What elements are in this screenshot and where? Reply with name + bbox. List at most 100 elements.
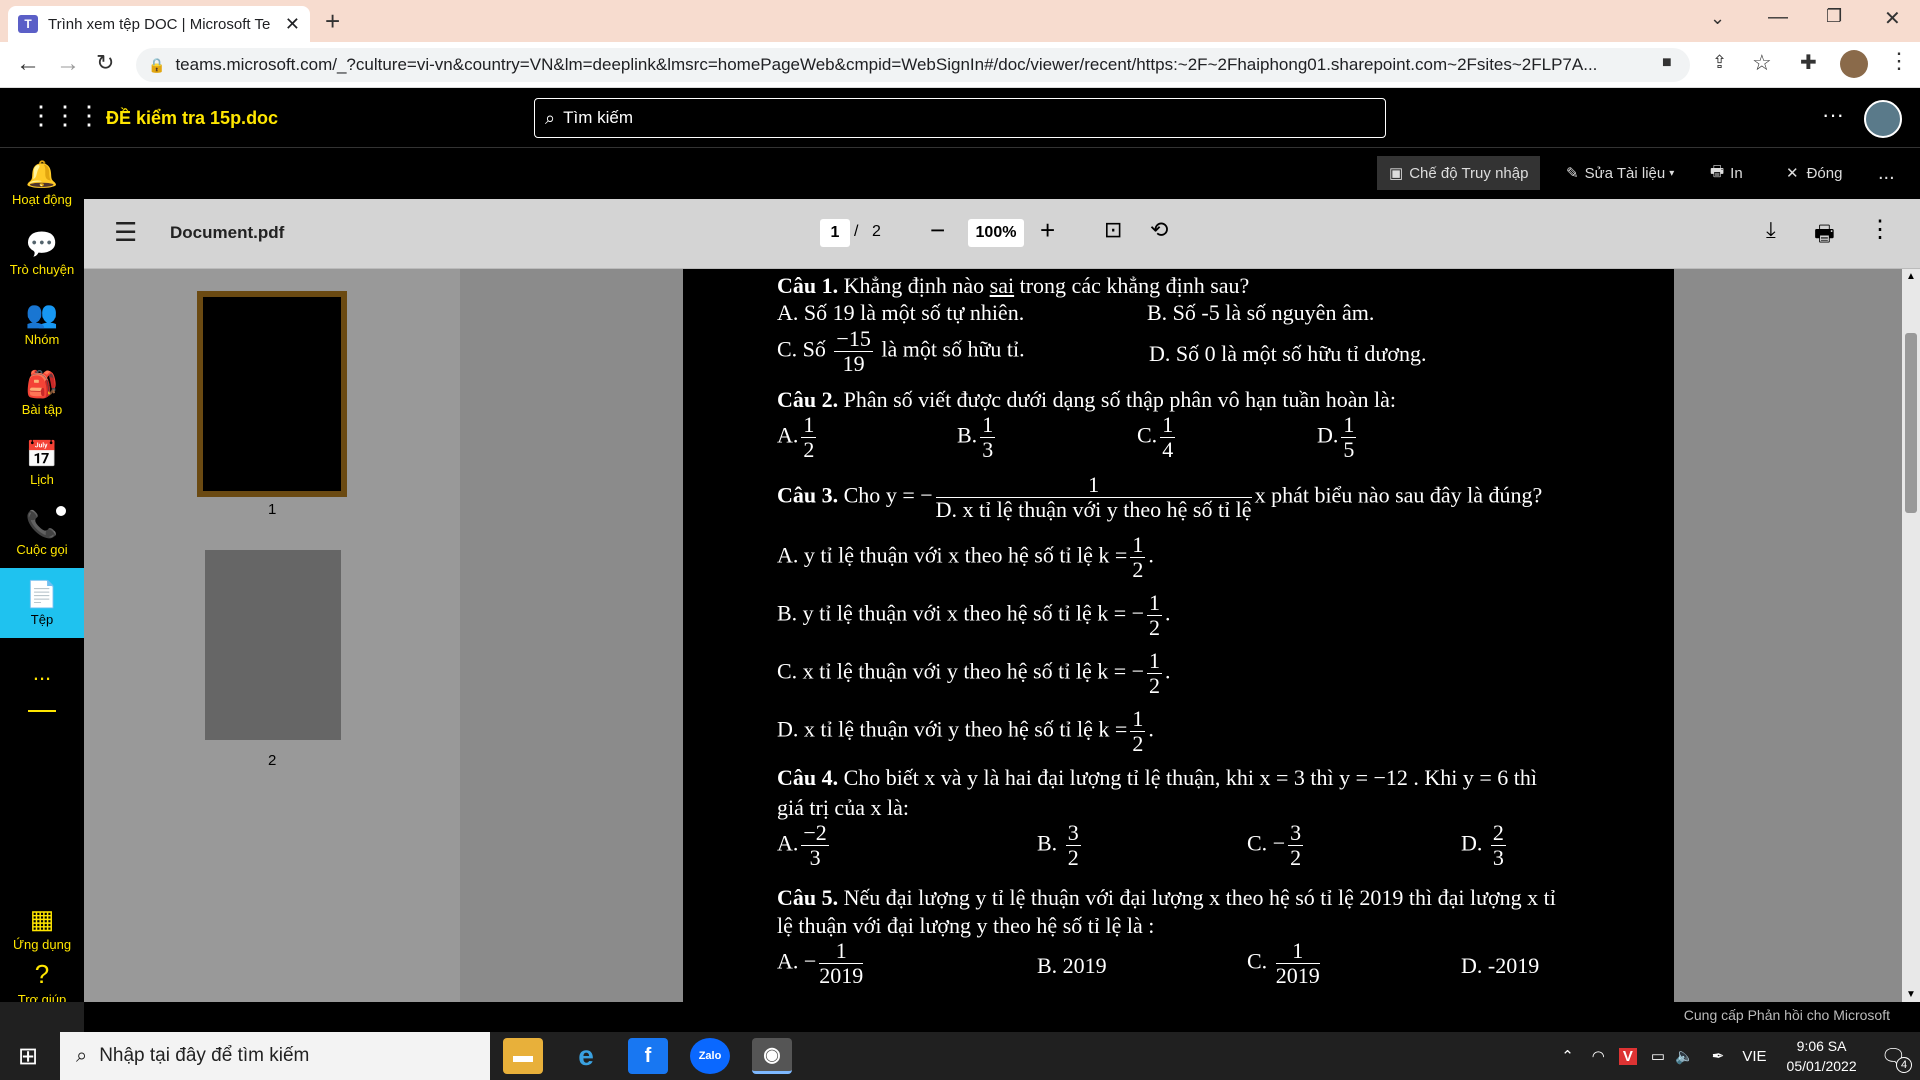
option-a: A. Số 19 là một số tự nhiên.: [777, 300, 1025, 325]
rail-item-help[interactable]: ? Trợ giúp: [0, 960, 84, 1007]
share-icon[interactable]: ⇪: [1712, 52, 1727, 73]
rail-item-teams[interactable]: 👥 Nhóm: [0, 288, 84, 358]
clock-time: 9:06 SA: [1796, 1038, 1847, 1054]
close-button[interactable]: ✕ Đóng: [1786, 156, 1842, 190]
rail-more[interactable]: ...: [0, 638, 84, 708]
rotate-icon[interactable]: ⟲: [1150, 217, 1168, 243]
rail-item-calls[interactable]: 📞 Cuộc gọi: [0, 498, 84, 568]
rail-item-files[interactable]: 📄 Tệp: [0, 568, 84, 638]
access-mode-button[interactable]: ▣ Chế độ Truy nhập: [1377, 156, 1541, 190]
thumbnail-page-2[interactable]: [205, 550, 341, 740]
option-letter: C.: [1247, 830, 1268, 856]
minimize-icon[interactable]: —: [1768, 6, 1788, 29]
close-icon: ✕: [1786, 165, 1799, 182]
pen-icon[interactable]: ✒: [1712, 1047, 1725, 1065]
rail-label: Ứng dụng: [12, 936, 72, 952]
download-icon[interactable]: ⤓: [1766, 217, 1776, 243]
underlined-word: sai: [989, 273, 1015, 298]
option-text: C. x tỉ lệ thuận với y theo hệ số tỉ lệ: [777, 658, 1092, 684]
browser-tab-bar: T Trình xem tệp DOC | Microsoft Te ✕ + ⌄…: [0, 0, 1920, 42]
scroll-up-icon[interactable]: ▲: [1906, 271, 1916, 282]
reload-icon[interactable]: ↻: [96, 50, 114, 76]
windows-start-icon[interactable]: ⊞: [18, 1042, 38, 1071]
rail-label: Tệp: [30, 611, 54, 627]
denominator: 2: [1132, 731, 1144, 756]
edit-document-button[interactable]: ✎ Sửa Tài liệu ▾: [1566, 156, 1674, 190]
pencil-icon: ✎: [1566, 165, 1579, 182]
rail-item-apps[interactable]: ▦ Ứng dụng: [0, 893, 84, 963]
question-text: lệ thuận với đại lượng y theo hệ số tỉ l…: [777, 913, 1155, 938]
vivaldi-icon[interactable]: V: [1618, 1047, 1637, 1065]
tab-search-icon[interactable]: ⌄: [1710, 8, 1725, 29]
close-tab-icon[interactable]: ✕: [285, 14, 300, 35]
edge-icon[interactable]: e: [566, 1038, 606, 1074]
edit-label: Sửa Tài liệu: [1584, 164, 1666, 182]
browser-tab[interactable]: T Trình xem tệp DOC | Microsoft Te ✕: [8, 6, 310, 42]
fraction: 15: [1341, 413, 1357, 462]
url-field[interactable]: 🔒 teams.microsoft.com/_?culture=vi-vn&co…: [136, 48, 1690, 82]
rail-label: Hoạt động: [12, 191, 72, 207]
more-options-icon[interactable]: ···: [1822, 102, 1844, 128]
chevron-up-icon[interactable]: ⌃: [1561, 1047, 1574, 1065]
language-indicator[interactable]: VIE: [1742, 1048, 1766, 1065]
rail-item-activity[interactable]: 🔔 Hoạt động: [0, 148, 84, 218]
thumbnail-page-1[interactable]: [197, 291, 347, 497]
rail-item-chat[interactable]: 💬 Trò chuyện: [0, 218, 84, 288]
close-window-icon[interactable]: ✕: [1884, 6, 1901, 31]
profile-avatar[interactable]: [1840, 50, 1868, 78]
scroll-thumb[interactable]: [1905, 333, 1917, 513]
restore-icon[interactable]: ❐: [1826, 6, 1842, 27]
option-b: B. 1 3: [957, 413, 998, 462]
windows-search-input[interactable]: ⌕ Nhập tại đây để tìm kiếm: [60, 1032, 490, 1080]
search-input[interactable]: ⌕ Tìm kiếm: [534, 98, 1386, 138]
pdf-viewer: 1 2 Câu 1. Khẳng định nào sai trong các …: [84, 269, 1920, 1002]
denominator: 4: [1162, 437, 1174, 462]
wifi-icon[interactable]: ◠: [1592, 1047, 1605, 1065]
zalo-icon[interactable]: Zalo: [690, 1038, 730, 1074]
zoom-level[interactable]: 100%: [968, 219, 1024, 247]
bookmark-star-icon[interactable]: ☆: [1752, 50, 1772, 76]
vertical-scrollbar[interactable]: ▲ ▼: [1902, 269, 1920, 1002]
denominator: 2: [1132, 557, 1144, 582]
question-2: Câu 2. Phân số viết được dưới dạng số th…: [777, 387, 1396, 413]
zoom-in-icon[interactable]: +: [1040, 215, 1055, 246]
rail-item-calendar[interactable]: 📅 Lịch: [0, 428, 84, 498]
option-letter: A.: [777, 422, 799, 448]
facebook-icon[interactable]: f: [628, 1038, 668, 1074]
feedback-link[interactable]: Cung cấp Phản hồi cho Microsoft: [84, 1002, 1920, 1032]
file-explorer-icon[interactable]: ▬: [503, 1038, 543, 1074]
teams-header: ⋮⋮⋮ ĐỀ kiểm tra 15p.doc ⌕ Tìm kiếm ···: [0, 88, 1920, 148]
page-number-input[interactable]: 1: [820, 219, 850, 247]
numerator: 1: [1147, 648, 1163, 674]
print-icon[interactable]: 🖶: [1814, 217, 1835, 255]
extensions-icon[interactable]: ✚: [1800, 50, 1817, 75]
notification-center-icon[interactable]: 🗨 4: [1881, 1044, 1912, 1073]
rail-label: Cuộc gọi: [16, 541, 68, 557]
rail-label: Trò chuyện: [9, 261, 75, 277]
fraction: 14: [1160, 413, 1176, 462]
user-avatar[interactable]: [1864, 100, 1902, 138]
camera-icon[interactable]: ■: [1662, 54, 1672, 72]
rail-label: Nhóm: [24, 331, 60, 347]
pdf-more-icon[interactable]: ⋮: [1868, 215, 1892, 244]
rail-item-assignments[interactable]: 🎒 Bài tập: [0, 358, 84, 428]
volume-icon[interactable]: 🔈: [1675, 1047, 1694, 1065]
back-icon[interactable]: ←: [16, 50, 40, 78]
fraction: 12: [1130, 533, 1146, 582]
zoom-out-icon[interactable]: −: [930, 215, 945, 246]
browser-menu-icon[interactable]: ⋮: [1888, 48, 1910, 74]
question-5: Câu 5. Nếu đại lượng y tỉ lệ thuận với đ…: [777, 885, 1556, 911]
chrome-icon[interactable]: ◉: [752, 1038, 792, 1074]
question-text: Cho biết x và y là hai đại lượng tỉ lệ t…: [838, 765, 1538, 790]
battery-icon[interactable]: ▭: [1651, 1047, 1665, 1065]
app-launcher-icon[interactable]: ⋮⋮⋮: [28, 100, 102, 131]
new-tab-icon[interactable]: +: [325, 6, 340, 37]
forward-icon[interactable]: →: [56, 50, 80, 78]
menu-icon[interactable]: ☰: [114, 217, 137, 248]
clock[interactable]: 9:06 SA 05/01/2022: [1787, 1036, 1857, 1076]
print-button[interactable]: 🖶 In: [1710, 156, 1743, 190]
fit-page-icon[interactable]: ⊡: [1104, 217, 1122, 243]
scroll-down-icon[interactable]: ▼: [1906, 989, 1916, 1000]
question-text: Cho: [843, 482, 881, 508]
cmd-more-button[interactable]: ...: [1878, 156, 1895, 190]
